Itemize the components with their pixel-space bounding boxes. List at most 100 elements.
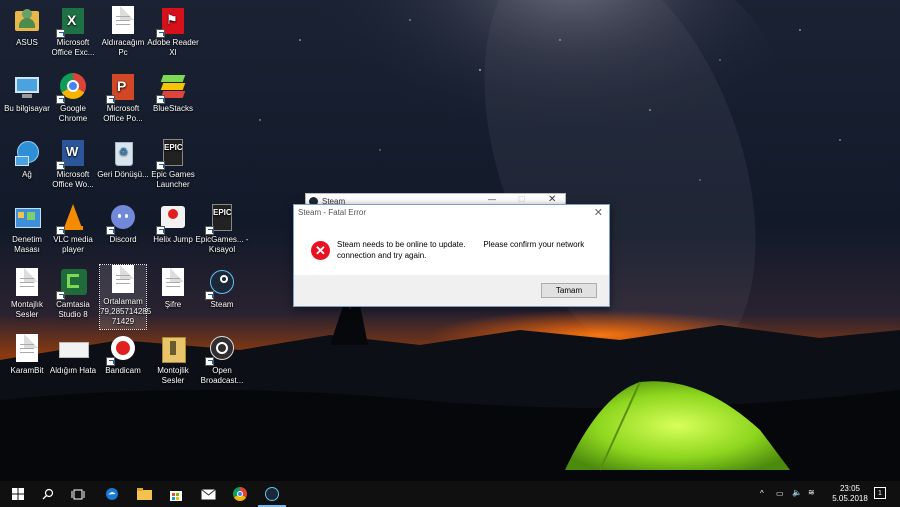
desktop-icon-label: Epic Games Launcher	[151, 170, 195, 189]
steam-icon	[205, 268, 237, 300]
desktop-icon-excel[interactable]: X Microsoft Office Exc...	[46, 6, 100, 58]
image-file-icon	[58, 334, 89, 364]
store-bag-icon	[170, 491, 182, 501]
desktop-icon-label: ASUS	[16, 38, 38, 47]
document-icon	[12, 268, 42, 298]
document-icon	[158, 268, 188, 298]
desktop-icon-label: Bu bilgisayar	[4, 104, 50, 113]
document-icon	[12, 334, 42, 364]
desktop-icon-label: Ağ	[22, 170, 32, 179]
maximize-button[interactable]: ☐	[518, 195, 525, 204]
taskbar-mail[interactable]	[192, 481, 224, 507]
desktop-icon-aldiracagim-pc[interactable]: Aldıracağım Pc	[96, 6, 150, 58]
document-icon	[108, 265, 138, 295]
fatal-error-dialog: Steam - Fatal Error ✕ ✕ Steam needs to b…	[293, 204, 610, 307]
taskbar: ^ ▭ 🔈 ≋ 23:05 5.05.2018 1	[0, 481, 900, 507]
clock-date: 5.05.2018	[832, 494, 868, 503]
desktop-icon-word[interactable]: W Microsoft Office Wo...	[46, 138, 100, 190]
show-hidden-icons-button[interactable]: ^	[760, 489, 764, 498]
adobe-reader-icon: ⚑	[156, 6, 188, 38]
desktop-icon-recycle-bin[interactable]: ♻ Geri Dönüşü...	[96, 138, 150, 180]
notification-count: 1	[878, 490, 882, 497]
epic-games-icon: EPIC	[205, 203, 237, 235]
minimize-button[interactable]: —	[488, 195, 496, 204]
desktop-icon-label: Microsoft Office Po...	[103, 104, 143, 123]
desktop-icon-label: Denetim Masası	[12, 235, 42, 254]
search-icon	[42, 488, 54, 500]
obs-icon	[205, 334, 237, 366]
desktop-icon-montojlik-sesler[interactable]: Montojlik Sesler	[146, 334, 200, 386]
desktop-icon-vlc[interactable]: VLC media player	[46, 203, 100, 255]
desktop-icon-label: KaramBit	[10, 366, 44, 375]
desktop-icon-label: Open Broadcast...	[200, 366, 244, 385]
taskbar-chrome[interactable]	[224, 481, 256, 507]
desktop-icon-label: Microsoft Office Wo...	[52, 170, 94, 189]
desktop-icon-camtasia[interactable]: Camtasia Studio 8	[46, 268, 100, 320]
desktop-icon-label: Bandicam	[105, 366, 141, 375]
desktop-icon-label: Camtasia Studio 8	[56, 300, 90, 319]
dialog-message: Steam needs to be online to update. Plea…	[337, 240, 585, 260]
taskbar-store[interactable]	[160, 481, 192, 507]
chrome-icon	[56, 72, 88, 104]
network-globe-icon	[12, 138, 42, 168]
desktop-icon-label: Montojlik Sesler	[157, 366, 189, 385]
powerpoint-icon: P	[106, 72, 138, 104]
helix-jump-icon	[156, 203, 188, 235]
desktop-icon-ortalamam[interactable]: Ortalamam 79,285714285 71429	[99, 264, 151, 330]
desktop-icon-label: Aldıracağım Pc	[101, 38, 145, 57]
desktop-icon-label: Ortalamam 79,285714285 71429	[100, 297, 152, 326]
desktop-icon-discord[interactable]: Discord	[96, 203, 150, 245]
desktop-icon-aldigim-hata[interactable]: Aldığım Hata	[46, 334, 100, 376]
desktop-icon-chrome[interactable]: Google Chrome	[46, 72, 100, 124]
ok-button[interactable]: Tamam	[541, 283, 597, 298]
desktop-icon-label: EpicGames... - Kısayol	[195, 235, 249, 254]
dialog-footer: Tamam	[294, 275, 609, 306]
desktop-icon-label: Steam	[210, 300, 234, 309]
network-icon[interactable]: ▭	[776, 489, 784, 498]
start-button[interactable]	[2, 481, 34, 507]
clock[interactable]: 23:05 5.05.2018	[828, 484, 872, 504]
desktop-icon-label: Aldığım Hata	[49, 366, 97, 375]
excel-icon: X	[56, 6, 88, 38]
desktop-icon-adobe-reader[interactable]: ⚑ Adobe Reader XI	[146, 6, 200, 58]
task-view-button[interactable]	[62, 481, 94, 507]
desktop-icon-powerpoint[interactable]: P Microsoft Office Po...	[96, 72, 150, 124]
desktop-icon-label: Şifre	[164, 300, 182, 309]
volume-icon[interactable]: 🔈	[792, 488, 802, 497]
control-panel-icon	[12, 203, 42, 233]
desktop-icon-epic-games-launcher[interactable]: EPIC Epic Games Launcher	[146, 138, 200, 190]
dialog-close-button[interactable]: ✕	[594, 206, 603, 219]
search-button[interactable]	[32, 481, 64, 507]
desktop-icon-epic-games-shortcut[interactable]: EPIC EpicGames... - Kısayol	[195, 203, 249, 255]
word-icon: W	[56, 138, 88, 170]
taskbar-edge[interactable]	[96, 481, 128, 507]
desktop-icon-steam[interactable]: Steam	[195, 268, 249, 310]
clock-time: 23:05	[839, 484, 861, 493]
document-icon	[108, 6, 138, 36]
wifi-status-icon[interactable]: ≋	[808, 488, 815, 497]
desktop-icon-obs[interactable]: Open Broadcast...	[195, 334, 249, 386]
windows-icon	[12, 488, 24, 500]
task-view-icon	[71, 489, 85, 499]
folder-user-icon	[12, 6, 42, 36]
desktop-icon-bluestacks[interactable]: BlueStacks	[146, 72, 200, 114]
desktop-icon-label: Microsoft Office Exc...	[51, 38, 95, 57]
error-icon: ✕	[311, 241, 330, 260]
desktop-icon-helix-jump[interactable]: Helix Jump	[146, 203, 200, 245]
action-center-button[interactable]: 1	[874, 487, 886, 499]
desktop-icon-label: Geri Dönüşü...	[97, 170, 149, 179]
vlc-cone-icon	[56, 203, 88, 235]
desktop-icon-label: Discord	[109, 235, 137, 244]
edge-icon	[106, 488, 118, 500]
desktop-icon-label: Adobe Reader XI	[147, 38, 199, 57]
recycle-bin-icon: ♻	[108, 138, 138, 168]
archive-folder-icon	[158, 334, 188, 364]
desktop-icon-sifre[interactable]: Şifre	[146, 268, 200, 310]
steam-icon	[265, 487, 279, 501]
taskbar-steam[interactable]	[256, 481, 288, 507]
desktop-icon-label: VLC media player	[53, 235, 93, 254]
camtasia-icon	[56, 268, 88, 300]
taskbar-file-explorer[interactable]	[128, 481, 160, 507]
chrome-icon	[233, 487, 247, 501]
desktop-icon-bandicam[interactable]: Bandicam	[96, 334, 150, 376]
